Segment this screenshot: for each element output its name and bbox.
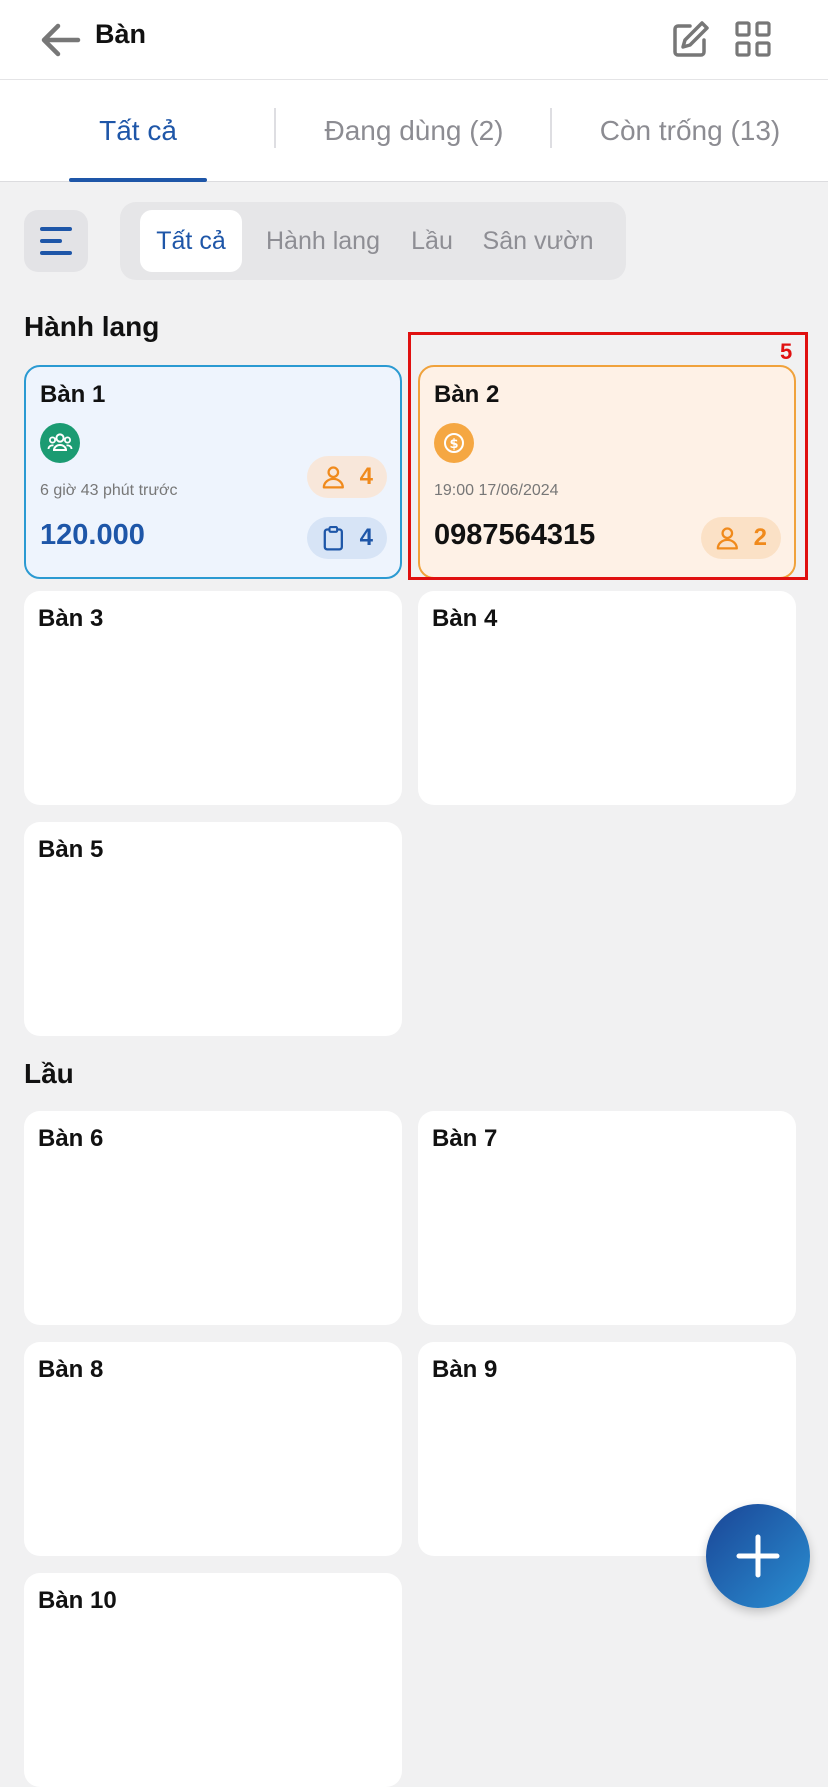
table-card-8[interactable]: Bàn 8 xyxy=(24,1342,402,1556)
table-card-6[interactable]: Bàn 6 xyxy=(24,1111,402,1325)
guest-count: 4 xyxy=(359,463,373,490)
grid-icon xyxy=(735,21,771,57)
table-card-5[interactable]: Bàn 5 xyxy=(24,822,402,1036)
table-name: Bàn 1 xyxy=(40,381,106,408)
filter-menu-button[interactable] xyxy=(24,210,88,272)
annotation-box xyxy=(408,332,808,580)
section-title-corridor: Hành lang xyxy=(24,311,160,342)
area-filter: Tất cả Hành lang Lầu Sân vườn xyxy=(120,202,626,280)
table-card-1[interactable]: Bàn 1 6 giờ 43 phút trước 120.000 4 4 xyxy=(24,365,402,579)
tab-available[interactable]: Còn trống (13) xyxy=(552,80,828,182)
area-garden[interactable]: Sân vườn xyxy=(468,210,608,272)
status-tabs: Tất cả Đang dùng (2) Còn trống (13) xyxy=(0,80,828,182)
table-name: Bàn 6 xyxy=(38,1125,104,1152)
filter-menu-icon xyxy=(40,227,72,255)
table-card-3[interactable]: Bàn 3 xyxy=(24,591,402,805)
order-count: 4 xyxy=(359,524,373,551)
table-card-4[interactable]: Bàn 4 xyxy=(418,591,796,805)
app-header: Bàn xyxy=(0,0,828,80)
page-title: Bàn xyxy=(95,19,147,49)
tab-in-use[interactable]: Đang dùng (2) xyxy=(276,80,552,182)
table-name: Bàn 8 xyxy=(38,1356,104,1383)
annotation-label: 5 xyxy=(780,339,793,364)
plus-icon xyxy=(736,1534,780,1578)
table-name: Bàn 5 xyxy=(38,836,104,863)
group-icon xyxy=(40,423,80,463)
order-count-badge: 4 xyxy=(307,517,387,559)
table-name: Bàn 4 xyxy=(432,605,498,632)
add-table-button[interactable] xyxy=(706,1504,810,1608)
area-all[interactable]: Tất cả xyxy=(140,210,242,272)
elapsed-time: 6 giờ 43 phút trước xyxy=(40,482,178,499)
person-icon xyxy=(322,466,344,489)
table-name: Bàn 7 xyxy=(432,1125,498,1152)
clipboard-icon xyxy=(323,526,343,551)
tab-active-indicator xyxy=(69,178,207,182)
section-title-upstairs: Lầu xyxy=(24,1058,74,1089)
area-upstairs[interactable]: Lầu xyxy=(400,210,464,272)
area-corridor[interactable]: Hành lang xyxy=(248,210,398,272)
table-card-10[interactable]: Bàn 10 xyxy=(24,1573,402,1787)
table-name: Bàn 10 xyxy=(38,1587,117,1614)
tab-all[interactable]: Tất cả xyxy=(0,80,276,182)
edit-icon xyxy=(673,21,709,57)
table-amount: 120.000 xyxy=(40,519,145,551)
table-name: Bàn 9 xyxy=(432,1356,498,1383)
grid-view-button[interactable] xyxy=(734,20,772,58)
guest-count-badge: 4 xyxy=(307,456,387,498)
back-button[interactable] xyxy=(38,20,82,60)
back-arrow-icon xyxy=(41,23,81,57)
edit-button[interactable] xyxy=(672,20,710,58)
table-card-7[interactable]: Bàn 7 xyxy=(418,1111,796,1325)
table-name: Bàn 3 xyxy=(38,605,104,632)
